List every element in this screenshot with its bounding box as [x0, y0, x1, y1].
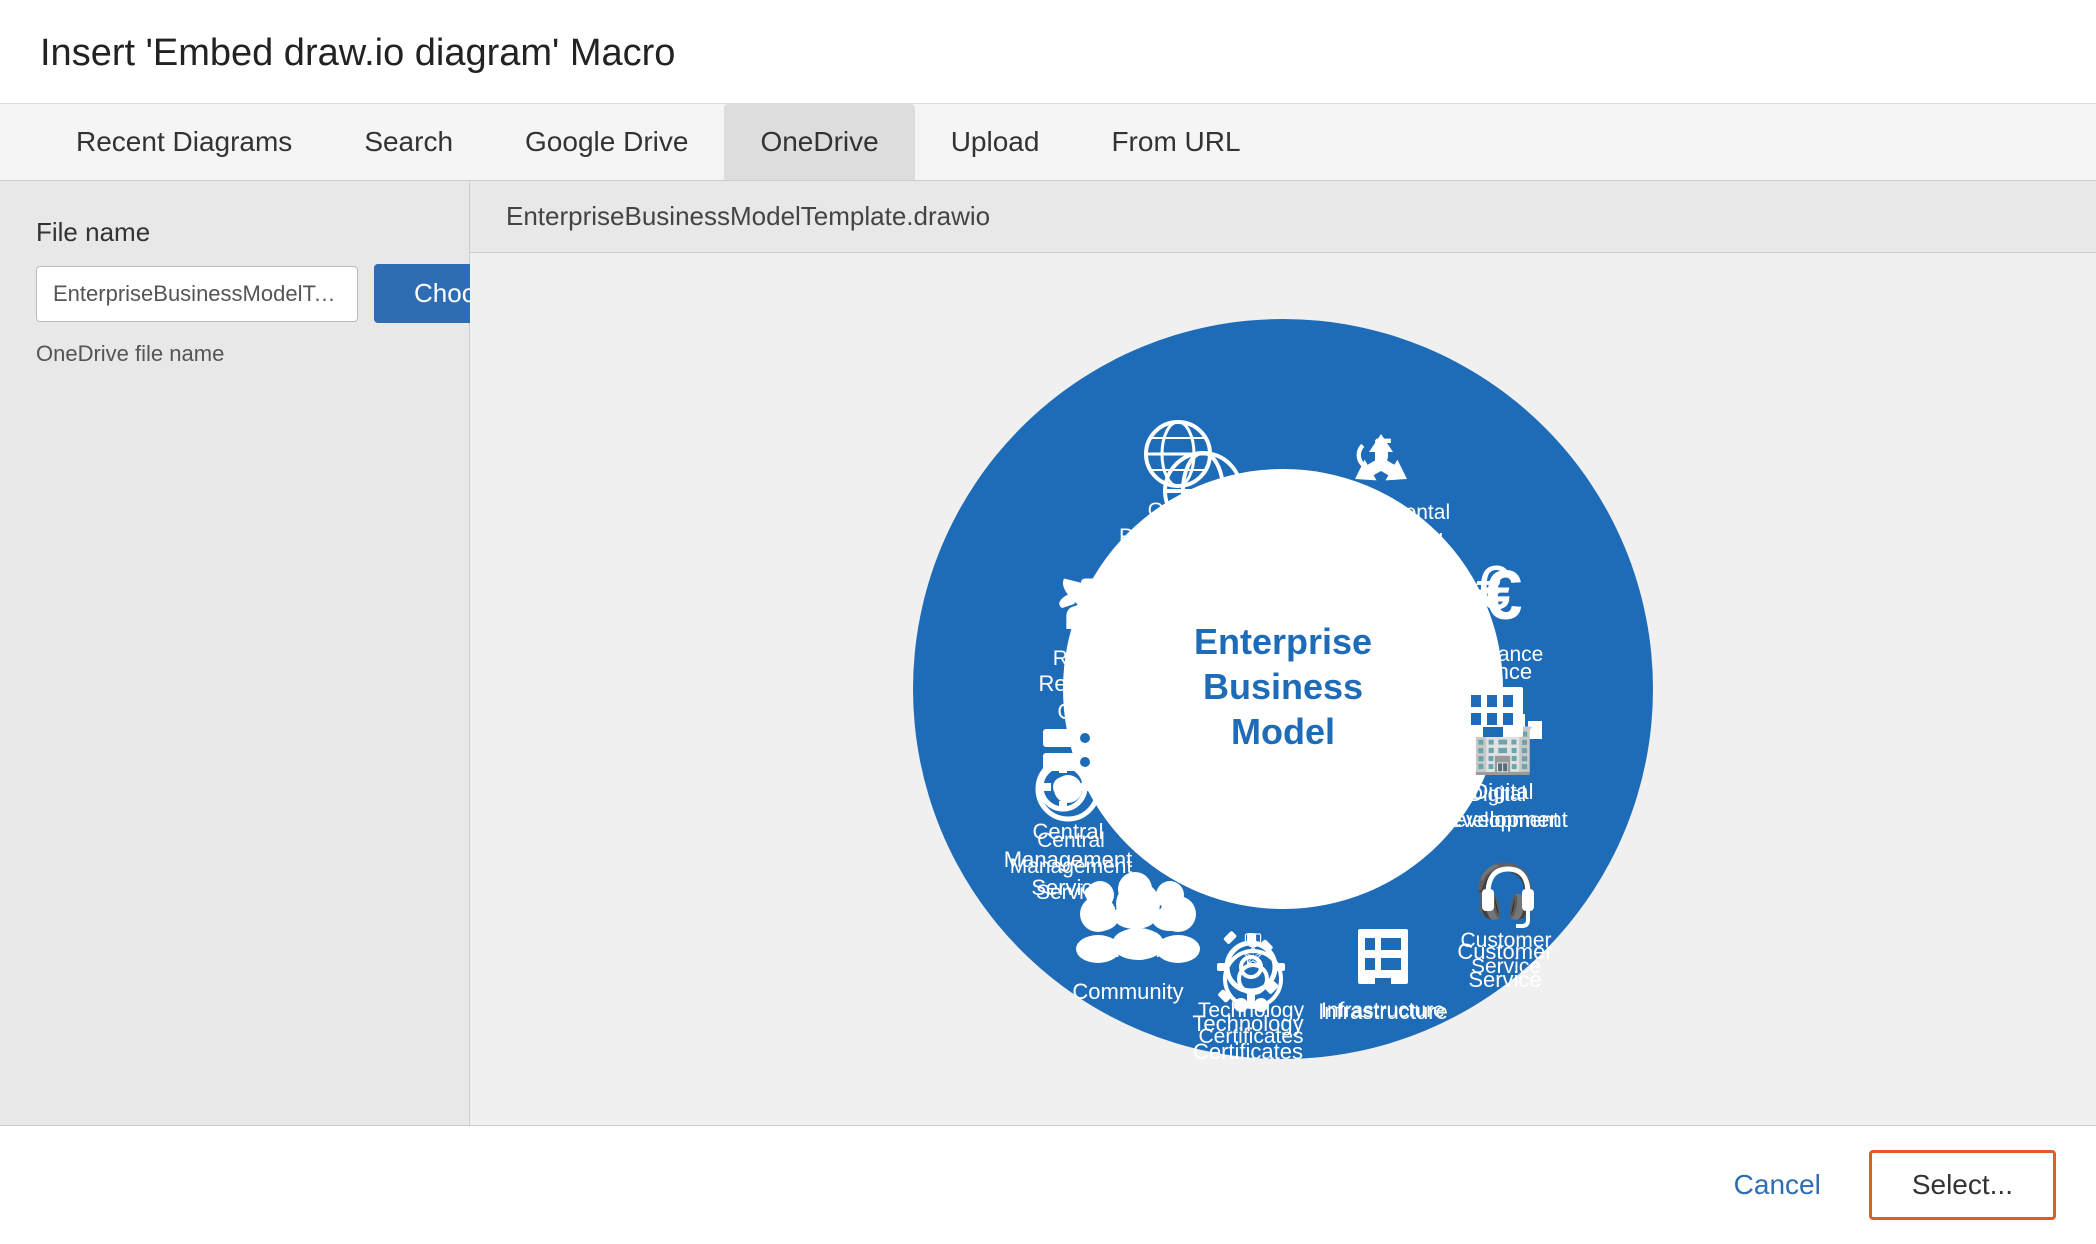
svg-text:Business: Business — [1203, 666, 1363, 707]
svg-text:Group: Group — [1057, 699, 1118, 724]
svg-text:Technology: Technology — [1198, 999, 1305, 1022]
onedrive-label: OneDrive file name — [36, 341, 433, 367]
svg-text:Partnerships: Partnerships — [1141, 559, 1265, 584]
svg-text:Infrastructure: Infrastructure — [1321, 999, 1445, 1022]
tab-onedrive[interactable]: OneDrive — [724, 104, 914, 180]
footer: Cancel Select... — [0, 1125, 2096, 1244]
svg-text:Community: Community — [1082, 939, 1189, 962]
tab-upload[interactable]: Upload — [915, 104, 1076, 180]
dialog: Insert 'Embed draw.io diagram' Macro Rec… — [0, 0, 2096, 1244]
svg-text:€: € — [1484, 556, 1523, 634]
content-area: File name Choose OneDrive file name Ente… — [0, 181, 2096, 1125]
tab-search[interactable]: Search — [328, 104, 489, 180]
svg-text:Service: Service — [1471, 955, 1541, 978]
svg-text:Awareness: Awareness — [1331, 527, 1435, 550]
svg-text:Management: Management — [1010, 855, 1133, 878]
svg-text:Global: Global — [1148, 499, 1209, 522]
svg-text:Finance: Finance — [1469, 643, 1544, 666]
file-input-row: Choose — [36, 264, 433, 323]
right-panel: EnterpriseBusinessModelTemplate.drawio E… — [470, 181, 2096, 1125]
svg-text:Central: Central — [1037, 829, 1105, 852]
svg-text:Response: Response — [1053, 647, 1148, 670]
tab-google-drive[interactable]: Google Drive — [489, 104, 724, 180]
svg-text:Model: Model — [1231, 711, 1335, 752]
svg-text:Community: Community — [1072, 979, 1183, 1004]
cancel-button[interactable]: Cancel — [1710, 1153, 1845, 1217]
svg-text:Partnerships: Partnerships — [1119, 525, 1237, 548]
tab-recent-diagrams[interactable]: Recent Diagrams — [40, 104, 328, 180]
svg-text:Digital: Digital — [1468, 783, 1526, 806]
tabs-bar: Recent Diagrams Search Google Drive OneD… — [0, 104, 2096, 181]
file-input[interactable] — [36, 266, 358, 322]
file-name-label: File name — [36, 217, 433, 248]
diagram-container: Enterprise Business Model Global Partner… — [893, 299, 1673, 1079]
tab-from-url[interactable]: From URL — [1075, 104, 1276, 180]
left-panel: File name Choose OneDrive file name — [0, 181, 470, 1125]
svg-text:Certificates: Certificates — [1198, 1025, 1303, 1048]
svg-text:Development: Development — [1435, 809, 1559, 832]
svg-text:Group: Group — [1071, 673, 1129, 696]
svg-text:Customer: Customer — [1460, 929, 1551, 952]
svg-text:Awareness: Awareness — [1319, 557, 1427, 582]
preview-area: Enterprise Business Model Global Partner… — [470, 253, 2096, 1125]
dialog-title: Insert 'Embed draw.io diagram' Macro — [0, 0, 2096, 104]
svg-text:Enterprise: Enterprise — [1194, 621, 1372, 662]
svg-text:Service: Service — [1036, 881, 1106, 904]
diagram-svg: Enterprise Business Model Global Partner… — [893, 299, 1673, 1079]
svg-text:Environmental: Environmental — [1316, 501, 1450, 524]
select-button[interactable]: Select... — [1869, 1150, 2056, 1220]
preview-filename: EnterpriseBusinessModelTemplate.drawio — [470, 181, 2096, 253]
